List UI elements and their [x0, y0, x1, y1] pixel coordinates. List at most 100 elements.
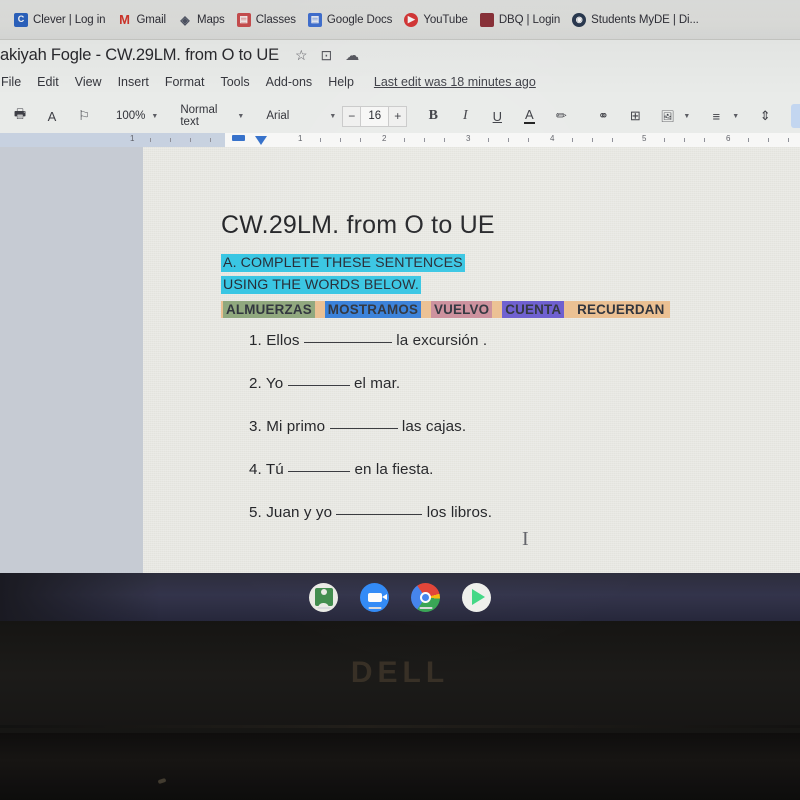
item-text-after: en la fiesta. [354, 461, 434, 479]
numbered-list-icon[interactable]: ☰ [791, 104, 800, 128]
bookmark-students-myde[interactable]: ◉ Students MyDE | Di... [566, 10, 705, 30]
document-body[interactable]: CW.29LM. from O to UE A. COMPLETE THESE … [221, 211, 782, 547]
bookmark-youtube[interactable]: ▶ YouTube [398, 10, 474, 30]
list-item[interactable]: 3. Mi primo las cajas. [221, 418, 782, 435]
decrease-font-size-button[interactable]: − [342, 105, 362, 127]
bookmark-gmail[interactable]: M Gmail [111, 10, 172, 30]
word-bank-item: RECUERDAN [577, 302, 665, 318]
list-item[interactable]: 4. Tú en la fiesta. [221, 461, 782, 478]
menu-file[interactable]: File [0, 73, 29, 91]
contacts-app-icon[interactable] [309, 582, 338, 612]
italic-glyph: I [462, 108, 468, 123]
list-item[interactable]: 5. Juan y yo los libros. [221, 504, 782, 521]
menu-help[interactable]: Help [320, 73, 362, 91]
paragraph-style-selector[interactable]: Normal text ▼ [174, 104, 250, 128]
laptop-photo: C Clever | Log in M Gmail ◈ Maps ▤ Class… [0, 0, 800, 800]
insert-image-icon[interactable]: 🖼 [651, 104, 683, 128]
item-number: 2. [249, 375, 262, 393]
align-icon[interactable]: ≡ [700, 104, 732, 128]
word-bank: ALMUERZAS MOSTRAMOS VUELVO CUENTA RECUER… [221, 301, 670, 319]
list-item[interactable]: 1. Ellos la excursión . [221, 332, 782, 349]
clever-icon: C [14, 12, 28, 27]
item-number: 3. [249, 418, 262, 436]
font-size-value[interactable]: 16 [361, 105, 389, 127]
ruler-mark: 1 [298, 134, 303, 143]
menu-view[interactable]: View [67, 73, 110, 91]
underline-button[interactable]: U [481, 104, 513, 128]
bold-glyph: B [428, 108, 438, 123]
bookmark-dbq[interactable]: DBQ | Login [474, 10, 566, 30]
left-indent-marker[interactable] [232, 135, 245, 141]
item-text-before: Juan y yo [266, 504, 333, 522]
highlight-color-button[interactable]: ✏ [545, 104, 577, 128]
chromeos-shelf [0, 573, 800, 621]
zoom-value: 100% [116, 110, 146, 122]
play-store-app-icon[interactable] [462, 582, 491, 612]
chrome-app-icon[interactable] [411, 582, 440, 612]
menu-edit[interactable]: Edit [29, 73, 67, 91]
list-item[interactable]: 2. Yo el mar. [221, 375, 782, 392]
zoom-selector[interactable]: 100% ▼ [110, 110, 164, 122]
maps-icon: ◈ [180, 12, 190, 27]
ruler-mark: 3 [466, 134, 471, 143]
answer-blank[interactable] [287, 385, 350, 387]
star-icon[interactable]: ☆ [295, 47, 308, 64]
bookmark-google-docs[interactable]: ▤ Google Docs [302, 10, 398, 30]
answer-blank[interactable] [303, 342, 392, 344]
bookmark-label: Google Docs [326, 13, 393, 26]
menu-add-ons[interactable]: Add-ons [258, 73, 321, 91]
myde-icon: ◉ [572, 12, 587, 27]
bookmark-maps[interactable]: ◈ Maps [172, 10, 231, 30]
document-heading: CW.29LM. from O to UE [221, 211, 495, 239]
menu-format[interactable]: Format [157, 73, 213, 91]
font-selector[interactable]: Arial ▼ [260, 110, 342, 122]
item-text-before: Yo [265, 375, 284, 393]
document-title[interactable]: Jakiyah Fogle - CW.29LM. from O to UE [0, 46, 279, 65]
instruction-text: A. COMPLETE THESE SENTENCES [221, 254, 465, 272]
insert-link-icon[interactable]: ⚭ [587, 104, 619, 128]
text-color-icon: A [523, 106, 535, 125]
add-comment-icon[interactable]: ⊞ [619, 104, 651, 128]
bookmark-label: Maps [196, 13, 225, 26]
print-icon[interactable]: 🖶 [4, 104, 36, 128]
word-bank-item: ALMUERZAS [223, 301, 315, 319]
paragraph-style-value: Normal text [180, 104, 218, 128]
answer-blank[interactable] [288, 471, 351, 473]
chevron-down-icon: ▼ [329, 112, 337, 120]
zoom-app-icon[interactable] [360, 582, 389, 612]
answer-blank[interactable] [336, 514, 423, 516]
increase-font-size-button[interactable]: + [388, 105, 408, 127]
bezel-lip [0, 725, 800, 728]
document-ruler[interactable]: 1 1 2 3 4 5 6 [0, 133, 800, 148]
text-cursor-icon: I [522, 528, 529, 550]
font-size-stepper[interactable]: − 16 + [342, 105, 408, 127]
bookmark-label: Students MyDE | Di... [591, 13, 699, 26]
bookmark-clever[interactable]: C Clever | Log in [8, 10, 111, 30]
italic-button[interactable]: I [449, 104, 481, 128]
cloud-saved-icon[interactable]: ☁ [345, 47, 359, 64]
document-page[interactable]: CW.29LM. from O to UE A. COMPLETE THESE … [143, 147, 800, 573]
menu-bar: File Edit View Insert Format Tools Add-o… [0, 73, 536, 91]
menu-tools[interactable]: Tools [212, 73, 257, 91]
text-color-button[interactable]: A [513, 104, 545, 128]
bookmark-classes[interactable]: ▤ Classes [231, 10, 302, 30]
video-camera-glyph [367, 592, 387, 602]
document-title-row: Jakiyah Fogle - CW.29LM. from O to UE ☆ … [0, 46, 359, 65]
instruction-text: USING THE WORDS BELOW. [221, 276, 421, 295]
line-spacing-icon[interactable]: ⇕ [749, 104, 781, 128]
chevron-down-icon[interactable]: ▼ [683, 113, 690, 120]
last-edit-link[interactable]: Last edit was 18 minutes ago [374, 75, 536, 89]
word-bank-item: CUENTA [502, 301, 565, 319]
formatting-toolbar: 🖶 A ⚐ 100% ▼ Normal text ▼ Arial ▼ − 16 … [0, 100, 800, 132]
paint-format-icon[interactable]: ⚐ [68, 104, 100, 128]
menu-insert[interactable]: Insert [110, 73, 157, 91]
text-color-letter: A [524, 106, 534, 122]
ruler-left-margin [0, 133, 143, 147]
chevron-down-icon[interactable]: ▼ [732, 113, 739, 120]
bold-button[interactable]: B [417, 104, 449, 128]
first-line-indent-marker[interactable] [255, 136, 267, 145]
spellcheck-icon[interactable]: A [36, 104, 68, 128]
answer-blank[interactable] [329, 428, 398, 430]
keyboard-deck [0, 733, 800, 800]
move-to-folder-icon[interactable]: ⊡ [321, 47, 333, 64]
